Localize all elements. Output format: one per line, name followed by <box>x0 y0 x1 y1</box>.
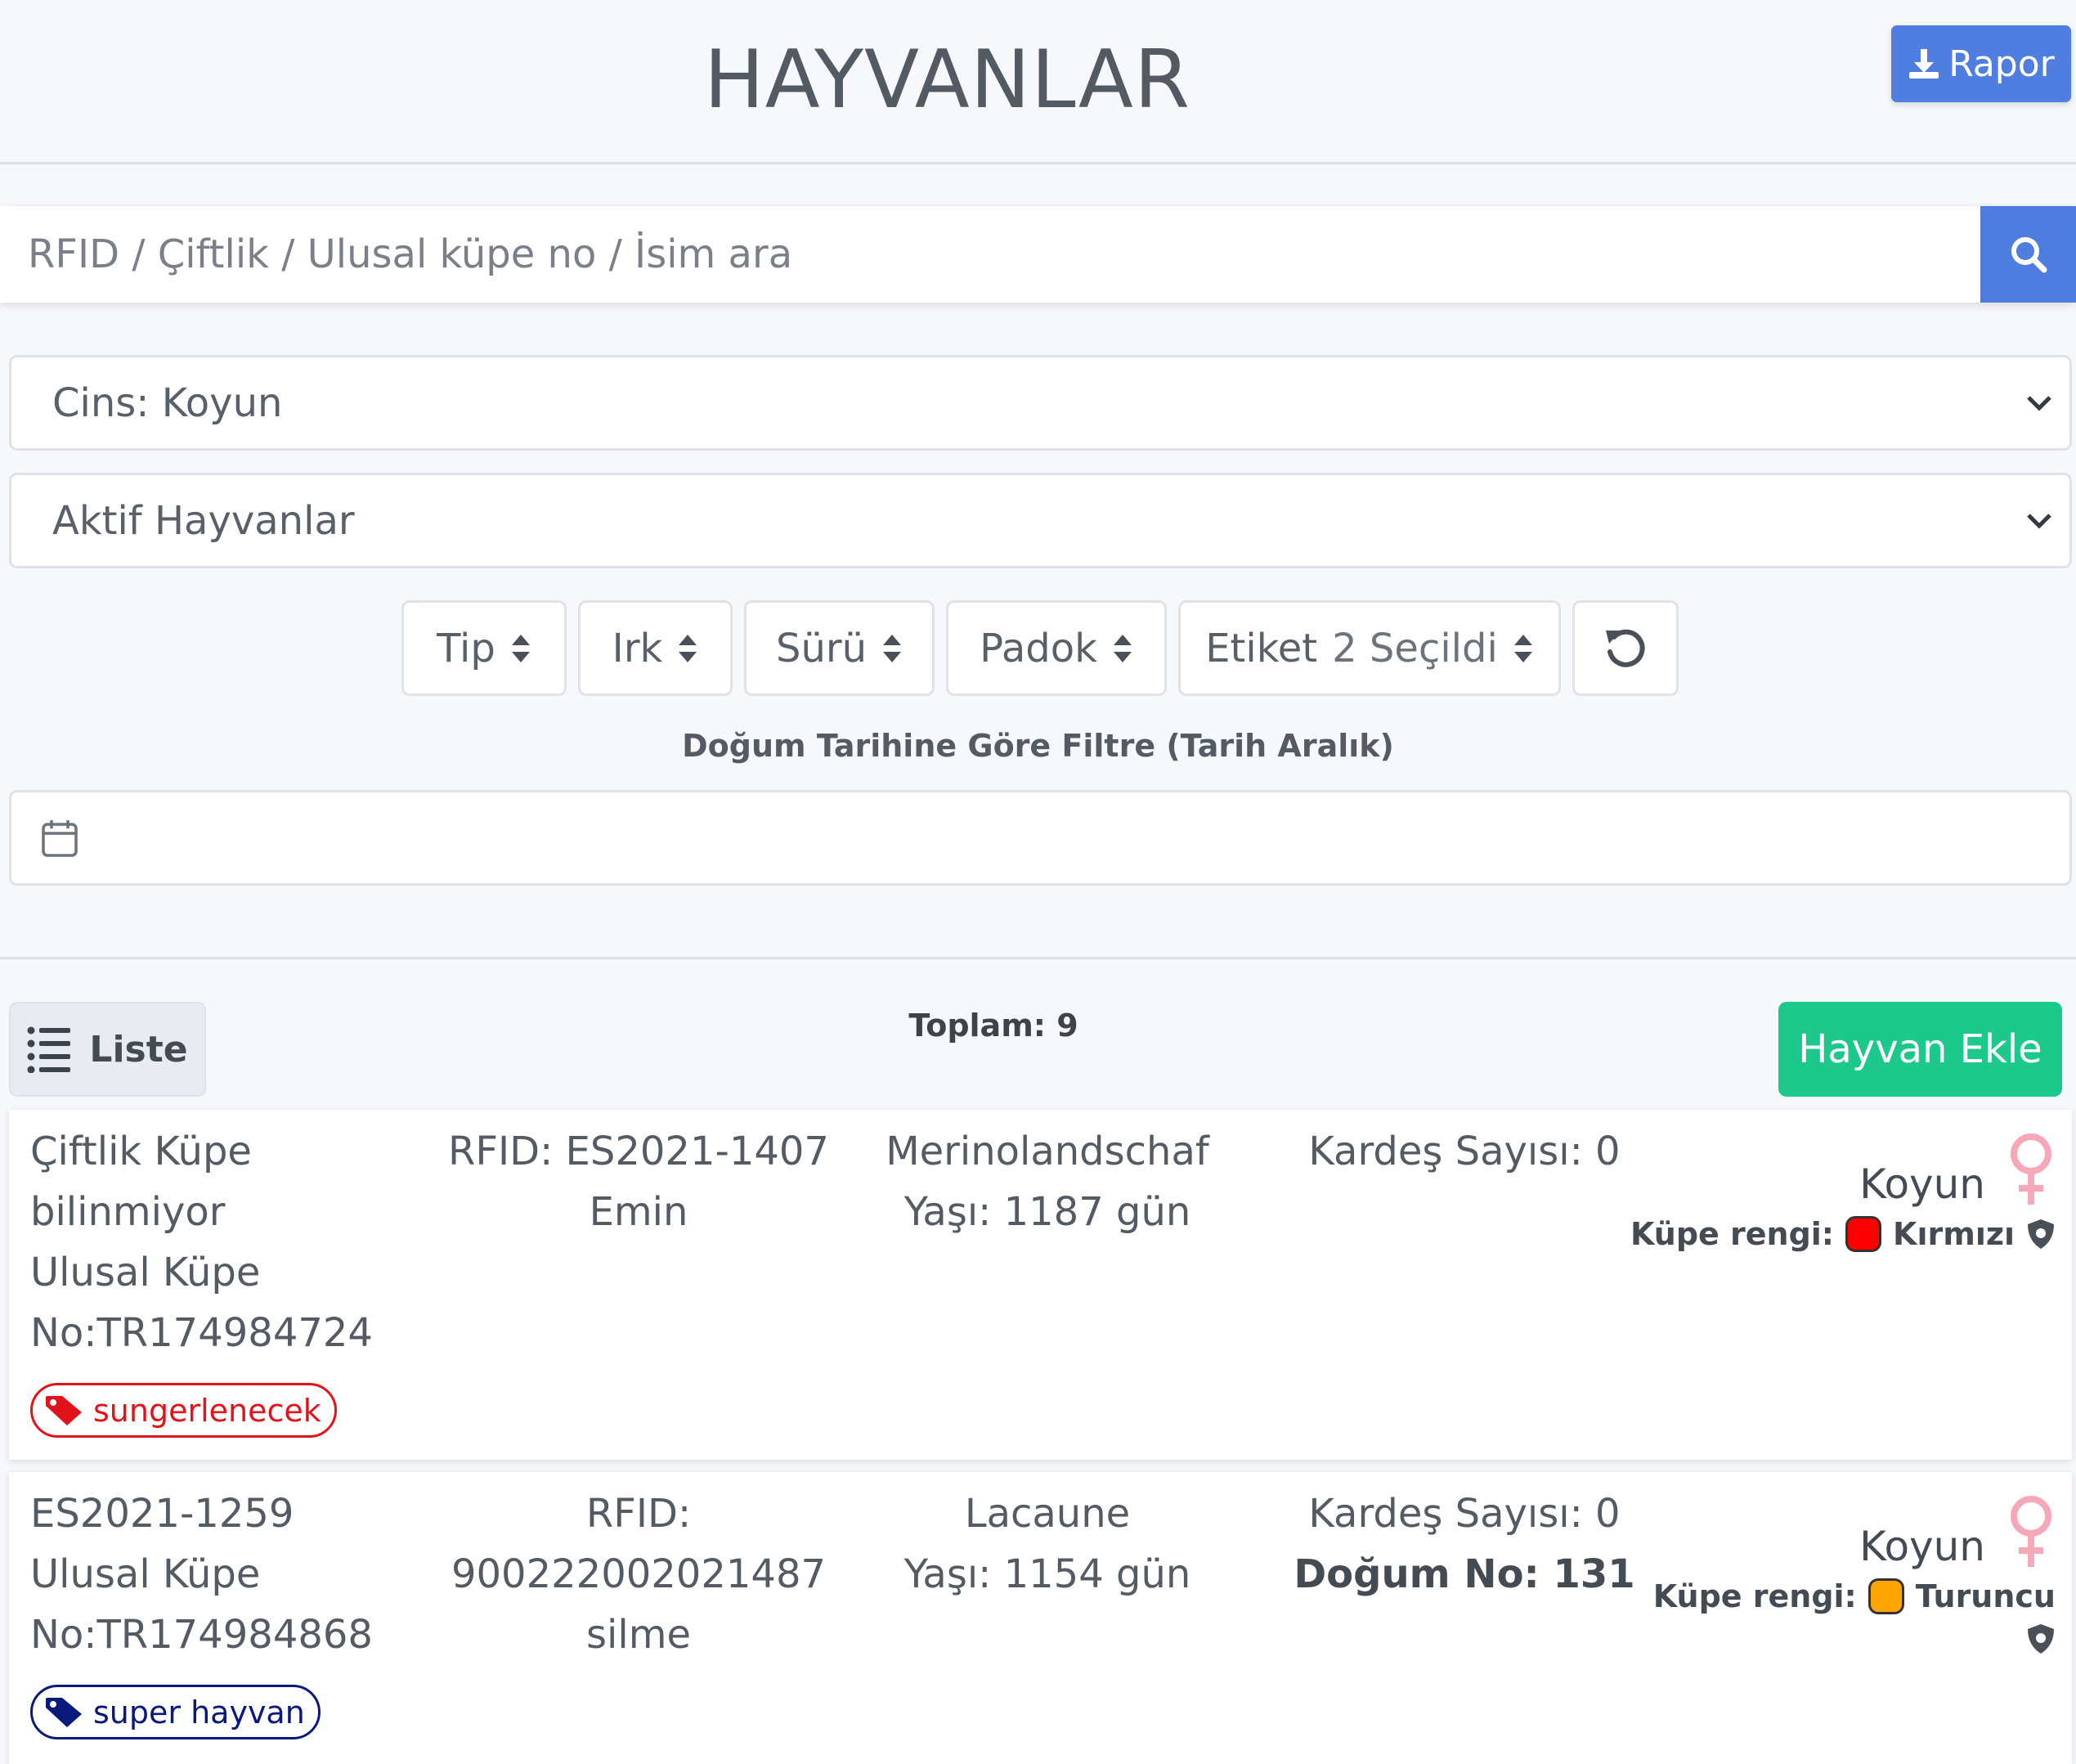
download-icon <box>1909 49 1939 79</box>
filter-etiket-count: 2 Seçildi <box>1332 625 1498 671</box>
ear-tag-color-row: Küpe rengi: Kırmızı <box>1630 1216 2056 1252</box>
animal-tag-label: super hayvan <box>93 1694 305 1730</box>
section-divider <box>0 957 2076 959</box>
animal-card[interactable]: Çiftlik Küpe bilinmiyor Ulusal Küpe No:T… <box>9 1110 2072 1460</box>
rfid-value: RFID: ES2021-1407 <box>448 1129 829 1174</box>
national-tag-value: No:TR174984724 <box>30 1310 373 1356</box>
filter-irk-label: Irk <box>612 625 663 671</box>
ear-tag-color-name: Kırmızı <box>1893 1216 2015 1252</box>
animal-name: Emin <box>589 1189 688 1235</box>
tag-icon <box>46 1395 82 1425</box>
reset-filters-button[interactable] <box>1572 600 1679 696</box>
farm-tag-value: ES2021-1259 <box>30 1491 294 1537</box>
filter-suru-label: Sürü <box>775 625 868 671</box>
rapor-label: Rapor <box>1948 43 2055 85</box>
filter-irk[interactable]: Irk <box>578 600 733 696</box>
national-tag-line: Ulusal Küpe <box>30 1551 261 1597</box>
age: Yaşı: 1187 gün <box>903 1189 1191 1235</box>
search-bar <box>0 206 2076 303</box>
species-select-value: Cins: Koyun <box>52 379 283 426</box>
shield-icon <box>2028 1219 2054 1249</box>
shield-icon <box>2028 1624 2054 1654</box>
filter-etiket-label: Etiket <box>1205 625 1318 671</box>
chevron-down-icon <box>2027 395 2051 411</box>
ear-tag-color-swatch <box>1868 1578 1904 1614</box>
animal-species-block: Koyun Küpe rengi: Turuncu <box>1653 1495 2056 1655</box>
rfid-value: 900222002021487 <box>451 1551 827 1597</box>
species-select[interactable]: Cins: Koyun <box>9 355 2072 451</box>
add-animal-button[interactable]: Hayvan Ekle <box>1778 1002 2062 1097</box>
animal-breed-age: Lacaune Yaşı: 1154 gün <box>859 1483 1235 1605</box>
tag-icon <box>46 1697 82 1727</box>
total-count: Toplam: 9 <box>908 1008 1078 1044</box>
filter-etiket[interactable]: Etiket 2 Seçildi <box>1178 600 1561 696</box>
female-icon <box>2011 1496 2051 1567</box>
species-label: Koyun <box>1859 1160 1985 1208</box>
page-title: HAYVANLAR <box>703 34 1191 127</box>
ear-tag-color-name: Turuncu <box>1915 1578 2056 1614</box>
animal-rfid: RFID: ES2021-1407 Emin <box>442 1121 835 1242</box>
filter-tip[interactable]: Tip <box>401 600 567 696</box>
breed: Merinolandschaf <box>886 1129 1209 1174</box>
national-tag-value: No:TR174984868 <box>30 1612 373 1658</box>
animal-siblings: Kardeş Sayısı: 0 <box>1260 1121 1669 1182</box>
sort-icon <box>1113 634 1132 662</box>
farm-tag-value: bilinmiyor <box>30 1189 226 1235</box>
search-input[interactable] <box>0 206 1977 303</box>
animal-name: silme <box>586 1612 691 1658</box>
animal-breed-age: Merinolandschaf Yaşı: 1187 gün <box>859 1121 1235 1242</box>
sibling-count: Kardeş Sayısı: 0 <box>1308 1491 1621 1537</box>
filter-padok-label: Padok <box>980 625 1097 671</box>
status-select-value: Aktif Hayvanlar <box>52 497 355 544</box>
farm-tag-line: Çiftlik Küpe <box>30 1129 252 1174</box>
age: Yaşı: 1154 gün <box>903 1551 1191 1597</box>
sort-icon <box>679 634 697 662</box>
national-tag-line: Ulusal Küpe <box>30 1250 261 1295</box>
search-icon <box>2011 237 2047 273</box>
animal-rfid: RFID: 900222002021487 silme <box>442 1483 835 1665</box>
sibling-count: Kardeş Sayısı: 0 <box>1308 1129 1621 1174</box>
ear-tag-color-row: Küpe rengi: Turuncu <box>1653 1578 2056 1614</box>
animal-ids: Çiftlik Küpe bilinmiyor Ulusal Küpe No:T… <box>30 1121 373 1363</box>
list-view-label: Liste <box>89 1028 188 1071</box>
chevron-down-icon <box>2027 513 2051 529</box>
animal-tag-label: sungerlenecek <box>93 1392 321 1429</box>
header-divider <box>0 162 2076 164</box>
species-label: Koyun <box>1859 1523 1985 1570</box>
list-view-button[interactable]: Liste <box>9 1002 206 1097</box>
date-filter-label: Doğum Tarihine Göre Filtre (Tarih Aralık… <box>682 728 1394 764</box>
ear-tag-color-swatch <box>1845 1216 1882 1252</box>
animal-ids: ES2021-1259 Ulusal Küpe No:TR174984868 <box>30 1483 373 1665</box>
filter-padok[interactable]: Padok <box>946 600 1167 696</box>
sort-icon <box>511 634 530 662</box>
birth-number: Doğum No: 131 <box>1294 1551 1635 1597</box>
animal-tag-badge[interactable]: sungerlenecek <box>30 1383 337 1438</box>
list-icon <box>27 1026 71 1073</box>
search-button[interactable] <box>1980 206 2076 303</box>
ear-tag-color-label: Küpe rengi: <box>1630 1216 1835 1252</box>
sort-icon <box>883 634 902 662</box>
rapor-button[interactable]: Rapor <box>1891 25 2071 102</box>
date-range-input[interactable] <box>9 790 2072 886</box>
filter-tip-label: Tip <box>437 625 495 671</box>
animal-species-block: Koyun Küpe rengi: Kırmızı <box>1630 1133 2056 1252</box>
animal-card[interactable]: ES2021-1259 Ulusal Küpe No:TR174984868 s… <box>9 1472 2072 1764</box>
status-select[interactable]: Aktif Hayvanlar <box>9 473 2072 568</box>
rfid-label: RFID: <box>585 1491 692 1537</box>
sort-icon <box>1513 634 1532 662</box>
breed: Lacaune <box>964 1491 1131 1537</box>
undo-icon <box>1606 629 1645 667</box>
female-icon <box>2011 1133 2051 1205</box>
animal-siblings: Kardeş Sayısı: 0 Doğum No: 131 <box>1260 1483 1669 1605</box>
calendar-icon <box>42 819 78 857</box>
filter-suru[interactable]: Sürü <box>744 600 935 696</box>
animal-tag-badge[interactable]: super hayvan <box>30 1685 321 1739</box>
ear-tag-color-label: Küpe rengi: <box>1652 1578 1857 1614</box>
